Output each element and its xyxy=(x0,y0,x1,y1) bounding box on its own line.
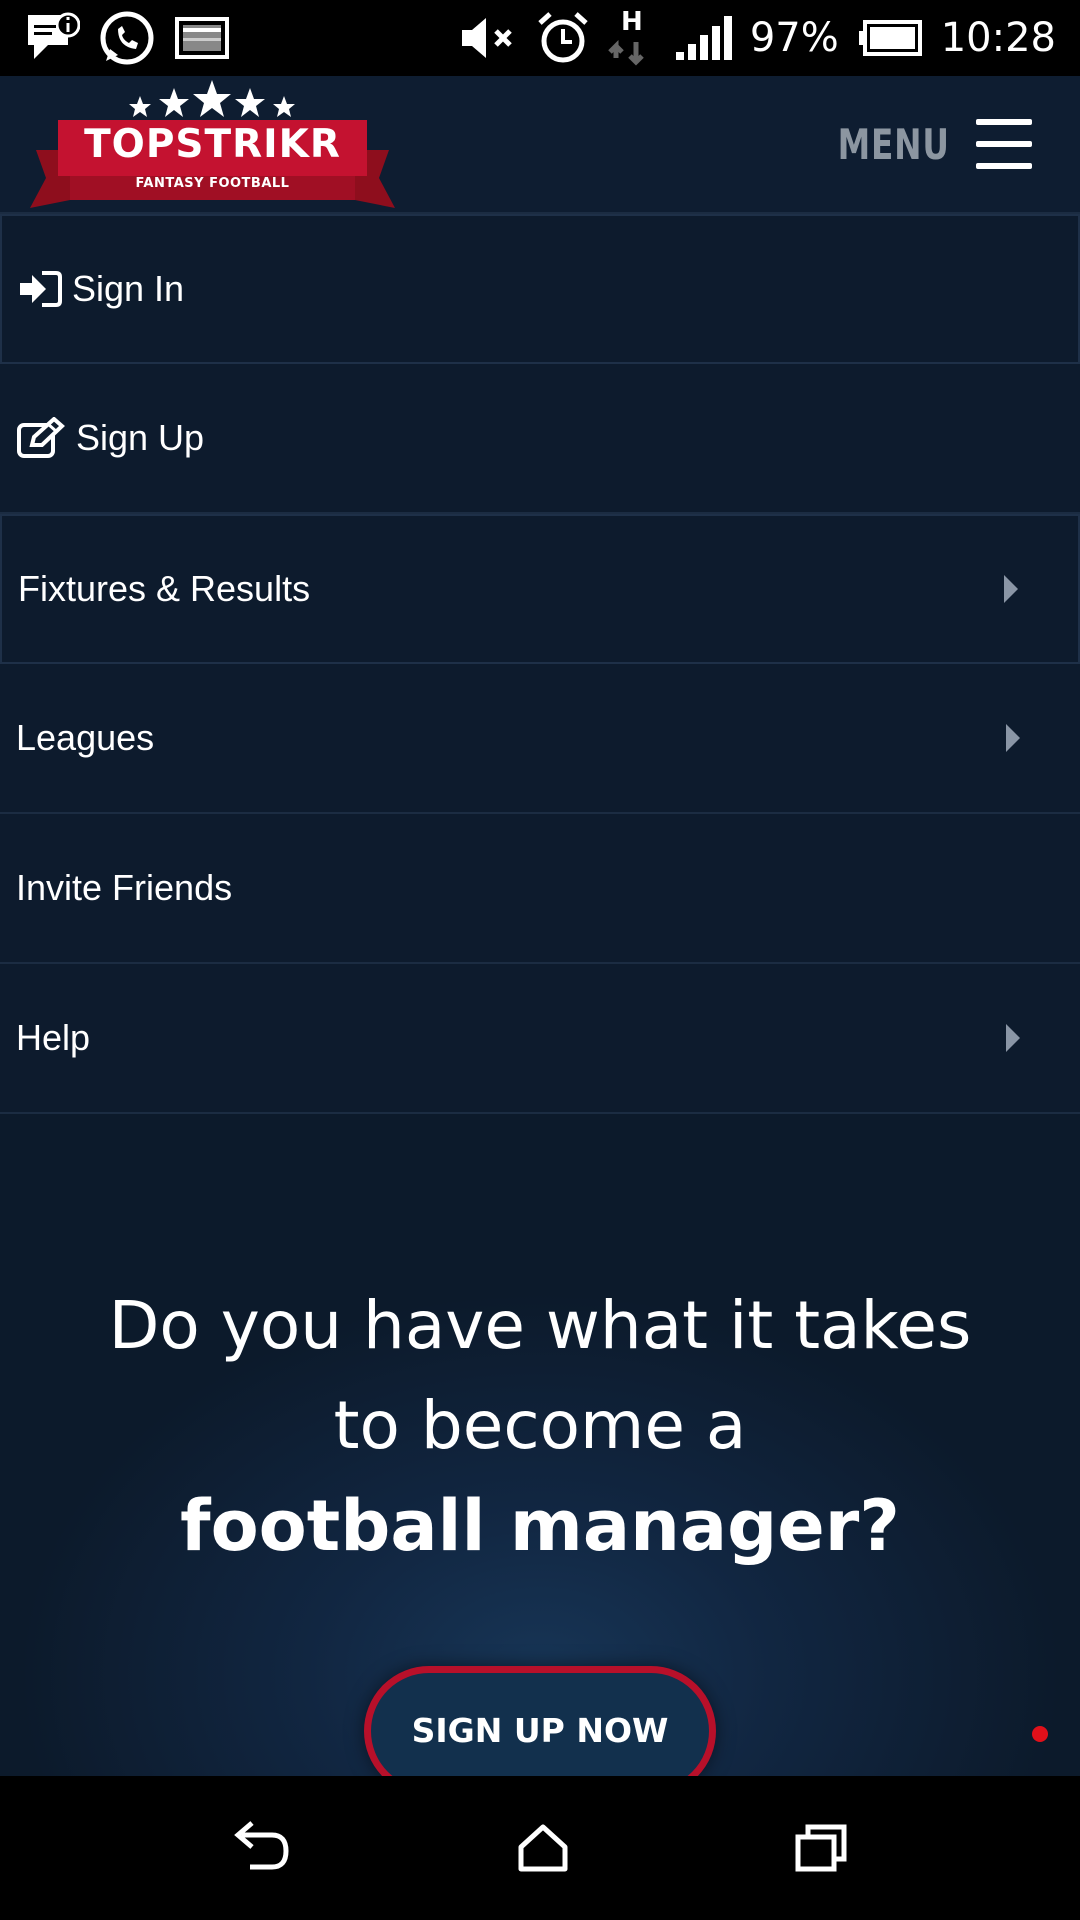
battery-icon xyxy=(857,19,923,57)
nav-label-leagues: Leagues xyxy=(16,717,155,758)
chevron-right-icon xyxy=(1006,1024,1020,1052)
status-bar: H 97% 10:28 xyxy=(0,0,1080,76)
edit-icon xyxy=(16,417,66,459)
site-header: TOPSTRIKR FANTASY FOOTBALL MENU xyxy=(0,76,1080,214)
clock: 10:28 xyxy=(940,15,1056,61)
battery-percent: 97% xyxy=(749,15,839,61)
hero-line-1: Do you have what it takes xyxy=(108,1287,972,1364)
hero-line-3: football manager? xyxy=(180,1485,900,1567)
chevron-right-icon xyxy=(1006,724,1020,752)
nav-item-fixtures-results[interactable]: Fixtures & Results xyxy=(0,514,1080,664)
logo-text: TOPSTRIKR xyxy=(84,122,341,167)
notification-dot xyxy=(1032,1726,1048,1742)
alarm-icon xyxy=(536,11,590,65)
nav-label-invite-friends: Invite Friends xyxy=(16,867,233,908)
nav-label-sign-up: Sign Up xyxy=(76,417,205,458)
data-arrows-icon: H xyxy=(608,6,656,70)
hamburger-icon xyxy=(976,119,1032,169)
nav-label-sign-in: Sign In xyxy=(72,268,185,309)
nav-menu: Sign In Sign Up Fixtures & Results Leagu… xyxy=(0,214,1080,1114)
topstrikr-logo[interactable]: TOPSTRIKR FANTASY FOOTBALL xyxy=(30,80,395,208)
back-icon[interactable] xyxy=(232,1821,292,1875)
chevron-right-icon xyxy=(1004,575,1018,603)
nav-item-sign-up[interactable]: Sign Up xyxy=(0,364,1080,514)
whatsapp-icon xyxy=(98,9,156,67)
hero-line-2: to become a xyxy=(333,1387,747,1464)
hero-section: Do you have what it takes to become a fo… xyxy=(0,1114,1080,1796)
status-left xyxy=(24,9,230,67)
nav-label-help: Help xyxy=(16,1017,91,1058)
home-icon[interactable] xyxy=(517,1823,569,1873)
recents-icon[interactable] xyxy=(794,1823,848,1873)
signal-icon xyxy=(674,14,732,62)
nav-item-invite-friends[interactable]: Invite Friends xyxy=(0,814,1080,964)
nav-item-help[interactable]: Help xyxy=(0,964,1080,1114)
menu-toggle-button[interactable]: MENU xyxy=(806,119,1032,169)
nav-item-sign-in[interactable]: Sign In xyxy=(0,214,1080,364)
mute-icon xyxy=(458,14,518,62)
network-type-label: H xyxy=(621,7,643,37)
nav-label-fixtures-results: Fixtures & Results xyxy=(18,568,311,609)
image-icon xyxy=(174,16,230,60)
nav-item-leagues[interactable]: Leagues xyxy=(0,664,1080,814)
system-nav-bar xyxy=(0,1776,1080,1920)
sign-in-icon xyxy=(18,269,62,309)
menu-label: MENU xyxy=(837,119,950,169)
logo-subtitle: FANTASY FOOTBALL xyxy=(135,176,290,191)
stars-icon xyxy=(129,80,295,117)
message-notification-icon xyxy=(24,11,80,65)
status-right: H 97% 10:28 xyxy=(458,6,1056,70)
